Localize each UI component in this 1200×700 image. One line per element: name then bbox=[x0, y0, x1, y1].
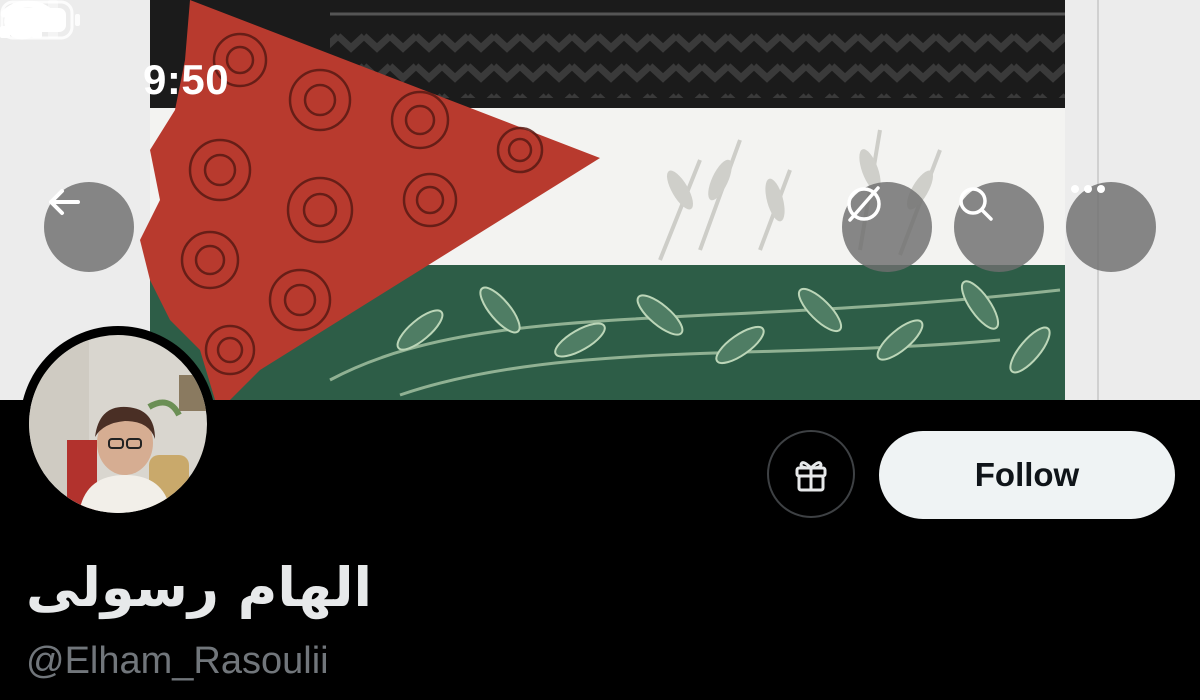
back-button[interactable] bbox=[44, 182, 134, 272]
display-name: الهام رسولی bbox=[26, 556, 373, 619]
user-handle: @Elham_Rasoulii bbox=[26, 640, 329, 682]
more-horizontal-icon bbox=[1071, 185, 1105, 193]
translate-button[interactable] bbox=[842, 182, 932, 272]
battery-icon bbox=[0, 0, 80, 40]
search-icon bbox=[959, 187, 993, 221]
status-time: 9:50 bbox=[143, 56, 230, 103]
avatar[interactable] bbox=[20, 326, 216, 522]
follow-button[interactable]: Follow bbox=[879, 431, 1175, 519]
globe-translate-icon bbox=[847, 186, 881, 222]
profile-screen: 9:50 Follow الهام رسولی @Elham_Rasoulii bbox=[0, 0, 1200, 700]
arrow-left-icon bbox=[49, 189, 80, 215]
profile-banner[interactable]: 9:50 bbox=[0, 0, 1200, 400]
gift-button[interactable] bbox=[767, 430, 855, 518]
search-button[interactable] bbox=[954, 182, 1044, 272]
more-options-button[interactable] bbox=[1066, 182, 1156, 272]
gift-icon bbox=[795, 461, 827, 492]
avatar-photo bbox=[29, 335, 207, 513]
